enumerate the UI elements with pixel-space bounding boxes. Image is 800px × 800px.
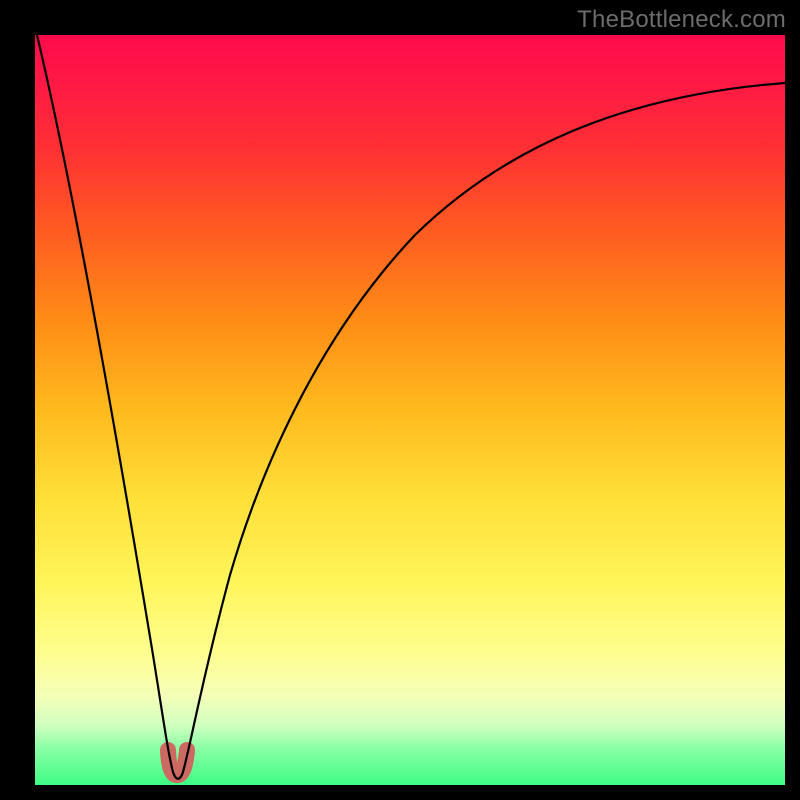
chart-stage: TheBottleneck.com — [0, 0, 800, 800]
curve-layer — [35, 35, 785, 785]
plot-area — [35, 35, 785, 785]
watermark-text: TheBottleneck.com — [577, 6, 786, 34]
bottleneck-curve — [37, 35, 785, 779]
